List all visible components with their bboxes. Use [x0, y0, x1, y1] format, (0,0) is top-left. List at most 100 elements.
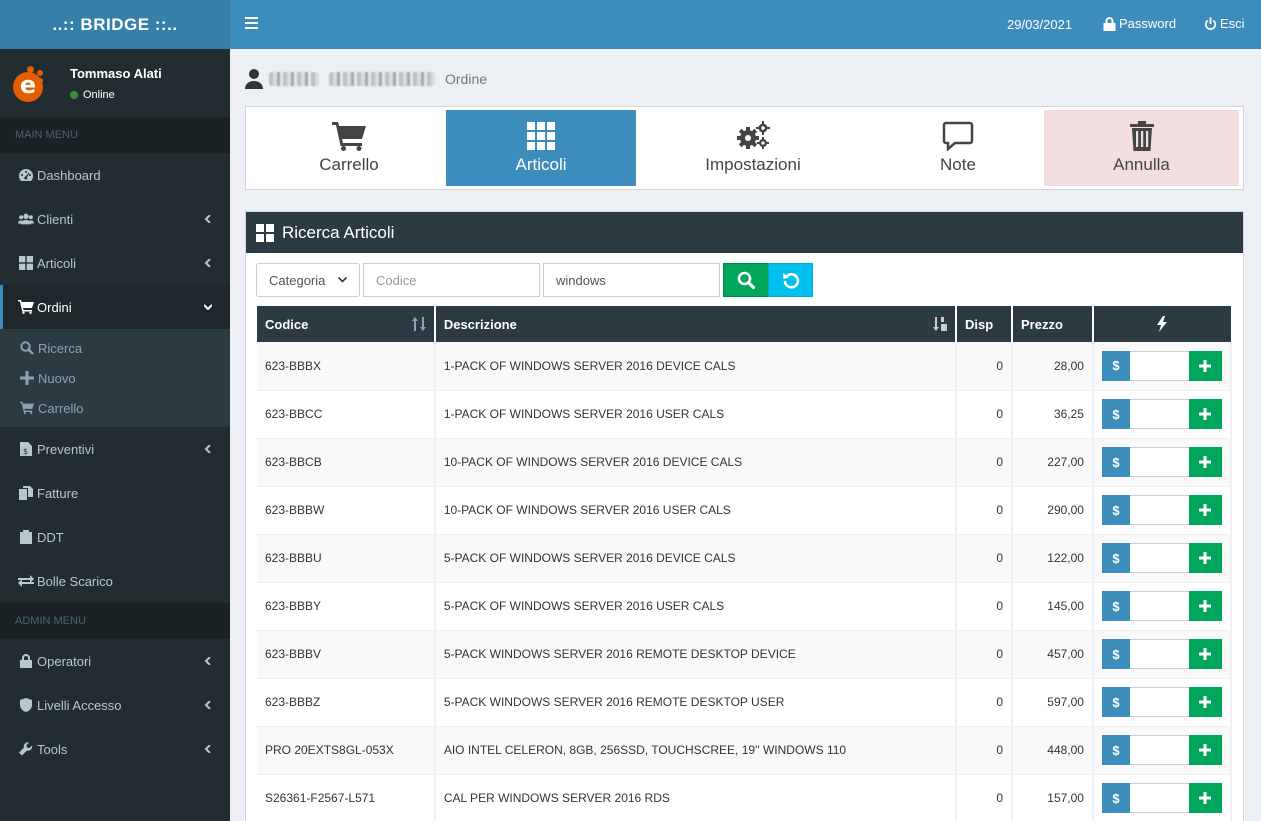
price-button[interactable]: $ — [1101, 543, 1130, 573]
quantity-input[interactable] — [1129, 447, 1189, 477]
add-button[interactable] — [1188, 447, 1222, 477]
cell-code: 623-BBBX — [257, 342, 436, 391]
add-to-cart-group: $ — [1101, 399, 1222, 429]
sidebar-item-bolle-scarico[interactable]: Bolle Scarico — [0, 559, 230, 603]
quantity-input[interactable] — [1129, 783, 1189, 813]
sidebar: ..:: BRIDGE ::.. e Tommaso Alati Online … — [0, 0, 230, 821]
chevron-left-icon — [204, 445, 211, 453]
cell-disp: 0 — [956, 534, 1014, 583]
cell-disp: 0 — [956, 630, 1014, 679]
lock-icon — [20, 654, 32, 668]
add-button[interactable] — [1188, 350, 1222, 381]
tab-articoli[interactable]: Articoli — [446, 110, 636, 186]
price-button[interactable]: $ — [1101, 687, 1130, 717]
sidebar-subitem-ricerca[interactable]: Ricerca — [0, 333, 230, 363]
table-row[interactable]: PRO 20EXTS8GL-053X AIO INTEL CELERON, 8G… — [257, 726, 1233, 775]
price-button[interactable]: $ — [1101, 495, 1130, 525]
sidebar-item-preventivi[interactable]: $ Preventivi — [0, 427, 230, 471]
tab-carrello[interactable]: Carrello — [255, 110, 443, 186]
tab-annulla[interactable]: Annulla — [1044, 110, 1239, 186]
search-button[interactable] — [723, 263, 769, 297]
plus-icon — [1199, 744, 1212, 756]
reset-button[interactable] — [768, 263, 813, 297]
add-button[interactable] — [1188, 735, 1222, 765]
add-button[interactable] — [1188, 639, 1222, 669]
sidebar-item-label: Clienti — [37, 211, 74, 227]
table-row[interactable]: 623-BBCC 1-PACK OF WINDOWS SERVER 2016 U… — [257, 390, 1233, 439]
table-row[interactable]: 623-BBBX 1-PACK OF WINDOWS SERVER 2016 D… — [257, 342, 1233, 391]
code-input[interactable]: Codice — [363, 263, 540, 297]
column-header-price[interactable]: Prezzo — [1012, 306, 1094, 342]
quantity-input[interactable] — [1129, 399, 1189, 429]
sidebar-item-operatori[interactable]: Operatori — [0, 639, 230, 683]
quantity-input[interactable] — [1129, 543, 1189, 573]
table-row[interactable]: S26361-F2567-L571 CAL PER WINDOWS SERVER… — [257, 774, 1233, 821]
sidebar-item-dashboard[interactable]: Dashboard — [0, 153, 230, 197]
tab-note[interactable]: Note — [863, 110, 1053, 186]
sidebar-subitem-carrello[interactable]: Carrello — [0, 393, 230, 423]
category-select[interactable]: Categoria — [256, 263, 360, 297]
add-button[interactable] — [1188, 687, 1222, 717]
quantity-input[interactable] — [1129, 495, 1189, 525]
dashboard-icon — [19, 169, 33, 181]
sidebar-item-clienti[interactable]: Clienti — [0, 197, 230, 241]
grid-icon — [256, 223, 274, 242]
price-button[interactable]: $ — [1101, 447, 1130, 477]
cell-description: 10-PACK OF WINDOWS SERVER 2016 USER CALS — [434, 486, 958, 535]
price-button[interactable]: $ — [1101, 783, 1130, 813]
column-header-description[interactable]: Descrizione — [434, 306, 958, 342]
cell-actions: $ — [1092, 774, 1233, 821]
sidebar-item-livelli-accesso[interactable]: Livelli Accesso — [0, 683, 230, 727]
sidebar-item-tools[interactable]: Tools — [0, 727, 230, 771]
price-button[interactable]: $ — [1101, 639, 1130, 669]
cell-description: 5-PACK WINDOWS SERVER 2016 REMOTE DESKTO… — [434, 678, 958, 727]
table-row[interactable]: 623-BBBW 10-PACK OF WINDOWS SERVER 2016 … — [257, 486, 1233, 535]
add-to-cart-group: $ — [1101, 447, 1222, 477]
grid-icon — [19, 256, 33, 270]
column-header-code[interactable]: Codice — [257, 306, 436, 342]
quantity-input[interactable] — [1129, 350, 1189, 381]
table-row[interactable]: 623-BBBU 5-PACK OF WINDOWS SERVER 2016 D… — [257, 534, 1233, 583]
sidebar-item-articoli[interactable]: Articoli — [0, 241, 230, 285]
table-row[interactable]: 623-BBBZ 5-PACK WINDOWS SERVER 2016 REMO… — [257, 678, 1233, 727]
quantity-input[interactable] — [1129, 687, 1189, 717]
quantity-input[interactable] — [1129, 735, 1189, 765]
price-button[interactable]: $ — [1101, 591, 1130, 621]
add-button[interactable] — [1188, 399, 1222, 429]
table-row[interactable]: 623-BBBV 5-PACK WINDOWS SERVER 2016 REMO… — [257, 630, 1233, 679]
cell-actions: $ — [1092, 534, 1233, 583]
add-button[interactable] — [1188, 495, 1222, 525]
cell-price: 597,00 — [1012, 678, 1094, 727]
column-header-actions — [1092, 306, 1231, 342]
hamburger-menu-icon[interactable] — [245, 17, 258, 29]
cell-actions: $ — [1092, 342, 1233, 391]
table-row[interactable]: 623-BBCB 10-PACK OF WINDOWS SERVER 2016 … — [257, 438, 1233, 487]
column-header-disp[interactable]: Disp — [956, 306, 1014, 342]
table-row[interactable]: 623-BBBY 5-PACK OF WINDOWS SERVER 2016 U… — [257, 582, 1233, 631]
add-to-cart-group: $ — [1101, 543, 1222, 573]
add-to-cart-group: $ — [1101, 783, 1222, 813]
price-button[interactable]: $ — [1101, 350, 1130, 381]
sidebar-item-ddt[interactable]: DDT — [0, 515, 230, 559]
sidebar-subitem-nuovo[interactable]: Nuovo — [0, 363, 230, 393]
articles-table: Codice Descrizione Disp Prezzo 623-BBBX … — [257, 306, 1233, 821]
price-button[interactable]: $ — [1101, 399, 1130, 429]
description-input[interactable]: windows — [543, 263, 720, 297]
password-link[interactable]: Password — [1103, 16, 1176, 31]
price-button[interactable]: $ — [1101, 735, 1130, 765]
sidebar-item-ordini[interactable]: Ordini — [0, 285, 230, 329]
sidebar-item-fatture[interactable]: Fatture — [0, 471, 230, 515]
tab-impostazioni[interactable]: Impostazioni — [658, 110, 848, 186]
quantity-input[interactable] — [1129, 591, 1189, 621]
cell-price: 157,00 — [1012, 774, 1094, 821]
logout-link[interactable]: Esci — [1204, 16, 1245, 31]
add-to-cart-group: $ — [1101, 495, 1222, 525]
add-button[interactable] — [1188, 783, 1222, 813]
quantity-input[interactable] — [1129, 639, 1189, 669]
add-button[interactable] — [1188, 543, 1222, 573]
add-button[interactable] — [1188, 591, 1222, 621]
cell-code: 623-BBBV — [257, 630, 436, 679]
sidebar-item-label: Ordini — [37, 299, 72, 315]
app-logo[interactable]: ..:: BRIDGE ::.. — [0, 0, 230, 49]
users-icon — [18, 213, 34, 225]
